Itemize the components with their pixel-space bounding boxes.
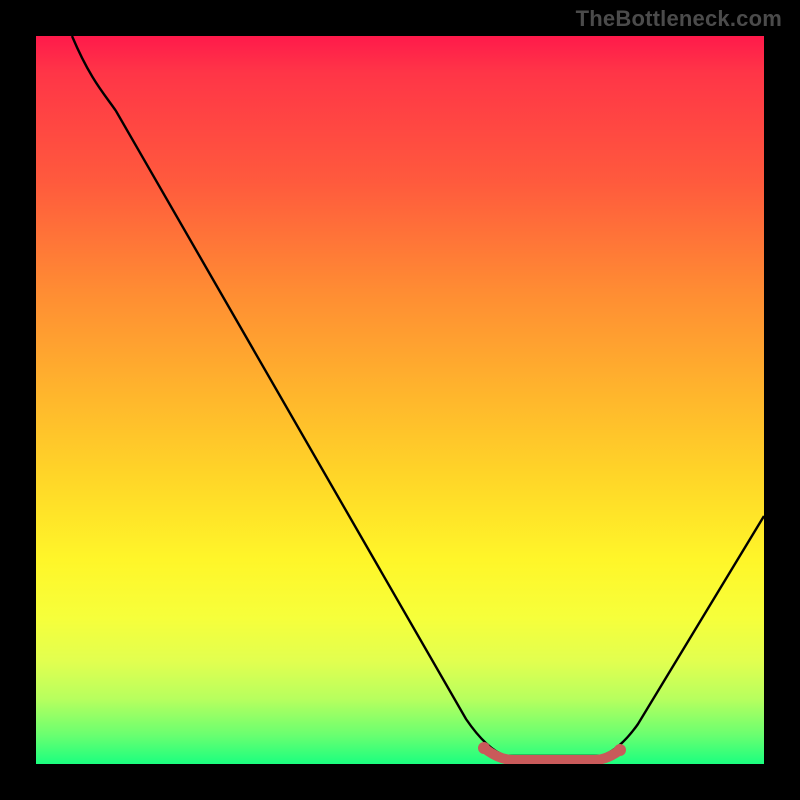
optimal-band — [484, 748, 620, 760]
bottleneck-curve — [72, 36, 764, 756]
curve-layer — [36, 36, 764, 764]
plot-area — [36, 36, 764, 764]
optimal-band-end-dot — [614, 744, 626, 756]
watermark-text: TheBottleneck.com — [576, 6, 782, 32]
chart-frame: TheBottleneck.com — [0, 0, 800, 800]
optimal-band-start-dot — [478, 742, 490, 754]
